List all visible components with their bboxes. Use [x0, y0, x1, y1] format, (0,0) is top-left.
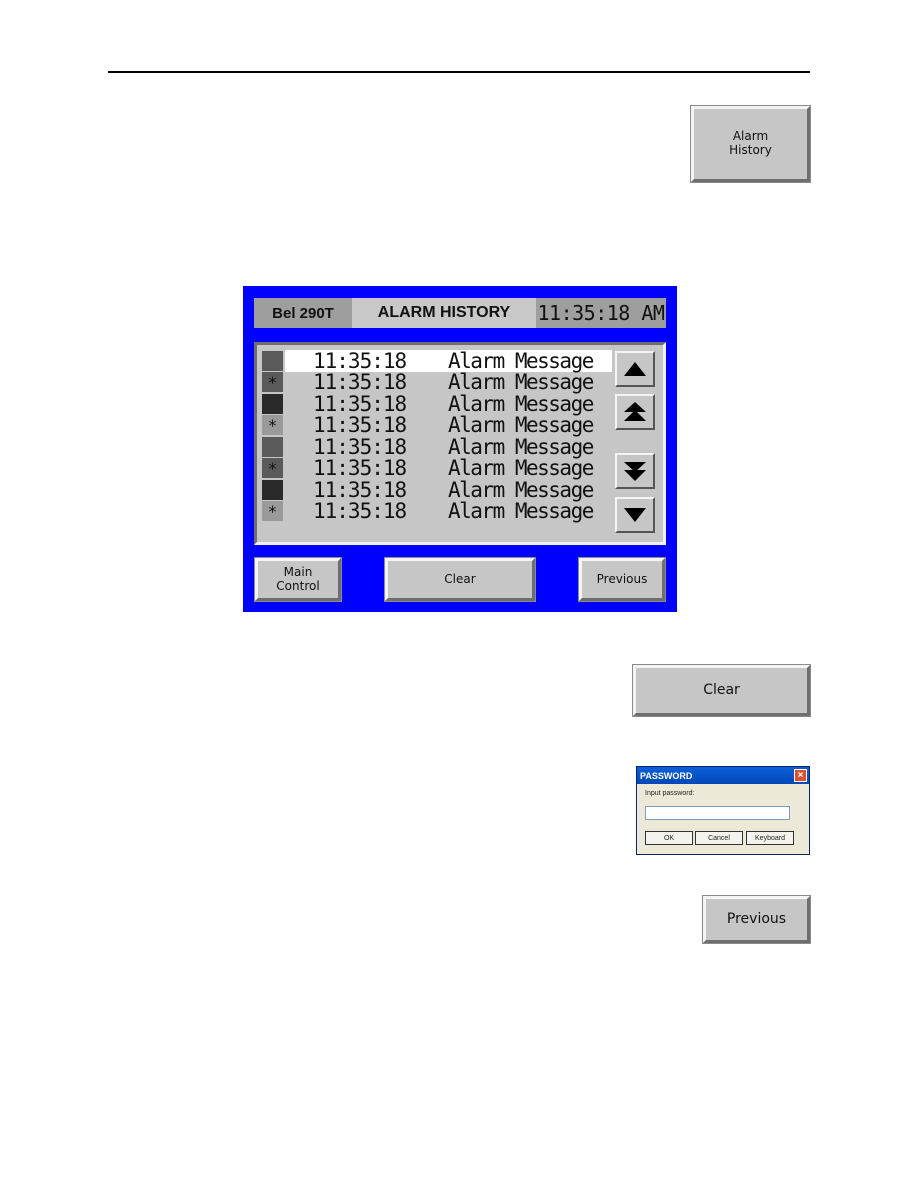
alarm-time: 11:35:18 — [313, 434, 407, 459]
screen-title: ALARM HISTORY — [352, 298, 536, 328]
alarm-row[interactable]: * 11:35:18 Alarm Message — [262, 372, 612, 394]
alarm-time: 11:35:18 — [313, 456, 407, 481]
screen-header: Bel 290T ALARM HISTORY 11:35:18 AM — [254, 298, 666, 328]
alarm-message: Alarm Message — [448, 413, 594, 438]
alarm-message: Alarm Message — [448, 499, 594, 524]
page-down-button[interactable] — [615, 453, 655, 489]
alarm-time: 11:35:18 — [313, 370, 407, 395]
scroll-down-button[interactable] — [615, 497, 655, 533]
password-dialog: PASSWORD × Input password: OK Cancel Key… — [636, 766, 810, 855]
alarm-history-screen: Bel 290T ALARM HISTORY 11:35:18 AM 11:35… — [243, 286, 677, 612]
alarm-message: Alarm Message — [448, 370, 594, 395]
alarm-row[interactable]: * 11:35:18 Alarm Message — [262, 458, 612, 480]
triangle-up-icon — [624, 362, 646, 376]
alarm-message: Alarm Message — [448, 456, 594, 481]
alarm-status-indicator: * — [262, 415, 283, 436]
dialog-title-bar: PASSWORD × — [637, 767, 809, 784]
previous-button[interactable]: Previous — [578, 557, 666, 602]
password-input[interactable] — [645, 806, 790, 820]
alarm-message: Alarm Message — [448, 348, 594, 373]
alarm-row[interactable]: * 11:35:18 Alarm Message — [262, 501, 612, 523]
alarm-status-indicator: * — [262, 372, 283, 393]
model-label: Bel 290T — [254, 298, 352, 328]
alarm-row[interactable]: 11:35:18 Alarm Message — [262, 393, 612, 415]
scroll-up-button[interactable] — [615, 351, 655, 387]
password-prompt: Input password: — [645, 790, 695, 797]
alarm-list-panel: 11:35:18 Alarm Message * 11:35:18 Alarm Mess… — [254, 342, 666, 545]
alarm-time: 11:35:18 — [313, 348, 407, 373]
alarm-time: 11:35:18 — [313, 391, 407, 416]
doc-clear-button[interactable]: Clear — [632, 664, 811, 717]
main-control-label-1: Main — [283, 564, 313, 579]
alarm-message: Alarm Message — [448, 434, 594, 459]
alarm-status-indicator: * — [262, 458, 283, 479]
header-rule — [108, 71, 810, 73]
doc-previous-button[interactable]: Previous — [702, 895, 811, 944]
alarm-history-label-1: Alarm — [732, 129, 769, 144]
alarm-time: 11:35:18 — [313, 477, 407, 502]
alarm-list[interactable]: 11:35:18 Alarm Message * 11:35:18 Alarm Mess… — [262, 350, 612, 522]
double-triangle-down-icon — [624, 462, 646, 481]
alarm-history-label-2: History — [729, 143, 772, 157]
keyboard-button[interactable]: Keyboard — [746, 831, 794, 845]
alarm-status-indicator: * — [262, 501, 283, 522]
alarm-row[interactable]: * 11:35:18 Alarm Message — [262, 415, 612, 437]
alarm-message: Alarm Message — [448, 477, 594, 502]
triangle-down-icon — [624, 508, 646, 522]
ok-button[interactable]: OK — [645, 831, 693, 845]
alarm-history-button[interactable]: Alarm History — [690, 105, 811, 183]
dialog-title: PASSWORD — [640, 770, 693, 781]
alarm-status-indicator — [262, 393, 283, 414]
alarm-message: Alarm Message — [448, 391, 594, 416]
alarm-row[interactable]: 11:35:18 Alarm Message — [262, 436, 612, 458]
close-icon[interactable]: × — [794, 769, 807, 782]
alarm-time: 11:35:18 — [313, 499, 407, 524]
alarm-status-indicator — [262, 479, 283, 500]
alarm-row[interactable]: 11:35:18 Alarm Message — [262, 350, 612, 372]
alarm-status-indicator — [262, 436, 283, 457]
double-triangle-up-icon — [624, 402, 646, 421]
main-control-button[interactable]: Main Control — [254, 557, 342, 602]
alarm-row[interactable]: 11:35:18 Alarm Message — [262, 479, 612, 501]
alarm-status-indicator — [262, 350, 283, 371]
alarm-time: 11:35:18 — [313, 413, 407, 438]
main-control-label-2: Control — [276, 578, 320, 593]
page-up-button[interactable] — [615, 394, 655, 430]
clock-display: 11:35:18 AM — [536, 298, 666, 328]
cancel-button[interactable]: Cancel — [695, 831, 743, 845]
clear-button[interactable]: Clear — [384, 557, 536, 602]
